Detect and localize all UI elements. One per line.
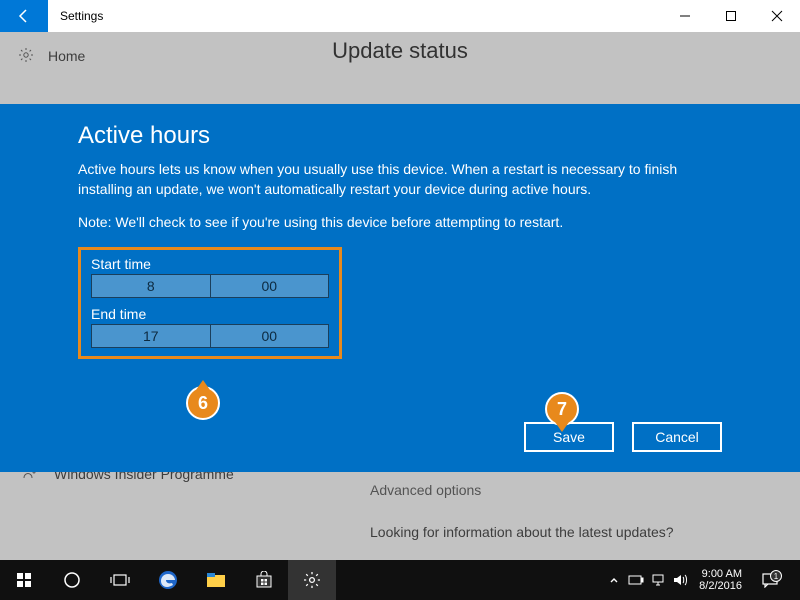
time-picker-group: Start time 8 00 End time 17 00 <box>78 247 342 359</box>
start-minute-picker[interactable]: 00 <box>211 274 330 298</box>
minimize-button[interactable] <box>662 0 708 32</box>
start-time-label: Start time <box>91 256 329 272</box>
close-button[interactable] <box>754 0 800 32</box>
dialog-note: Note: We'll check to see if you're using… <box>78 213 722 233</box>
taskbar-app-settings[interactable] <box>288 560 336 600</box>
active-hours-dialog: Active hours Active hours lets us know w… <box>0 104 800 472</box>
tray-network-icon[interactable] <box>647 574 669 586</box>
dialog-heading: Active hours <box>78 122 722 150</box>
maximize-button[interactable] <box>708 0 754 32</box>
notification-badge: 1 <box>770 570 782 582</box>
taskbar-app-store[interactable] <box>240 560 288 600</box>
window-title: Settings <box>60 9 103 23</box>
start-button[interactable] <box>0 560 48 600</box>
tray-overflow-icon[interactable] <box>603 575 625 585</box>
annotation-7: 7 <box>545 392 579 434</box>
back-button[interactable] <box>0 0 48 32</box>
tray-date: 8/2/2016 <box>699 580 742 592</box>
task-view-button[interactable] <box>96 560 144 600</box>
tray-clock[interactable]: 9:00 AM 8/2/2016 <box>699 568 742 592</box>
tray-battery-icon[interactable] <box>625 575 647 585</box>
end-time-label: End time <box>91 306 329 322</box>
start-hour-picker[interactable]: 8 <box>91 274 211 298</box>
dialog-description: Active hours lets us know when you usual… <box>78 160 722 199</box>
taskbar-app-edge[interactable] <box>144 560 192 600</box>
taskbar: 9:00 AM 8/2/2016 1 <box>0 560 800 600</box>
cortana-button[interactable] <box>48 560 96 600</box>
end-hour-picker[interactable]: 17 <box>91 324 211 348</box>
annotation-6: 6 <box>186 386 220 428</box>
tray-notifications-icon[interactable]: 1 <box>750 572 790 588</box>
tray-volume-icon[interactable] <box>669 574 691 586</box>
cancel-button[interactable]: Cancel <box>632 422 722 452</box>
end-minute-picker[interactable]: 00 <box>211 324 330 348</box>
taskbar-app-explorer[interactable] <box>192 560 240 600</box>
tray-time: 9:00 AM <box>699 568 742 580</box>
